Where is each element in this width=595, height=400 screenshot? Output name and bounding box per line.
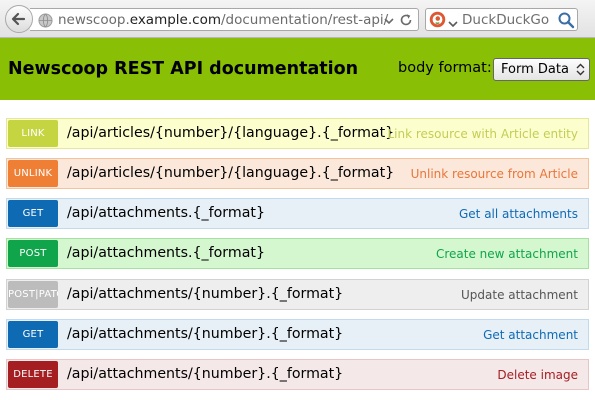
- url-host: example.com: [129, 12, 221, 28]
- search-placeholder: DuckDuckGo: [462, 12, 550, 28]
- back-arrow-icon: [11, 12, 26, 26]
- endpoint-row[interactable]: LINK /api/articles/{number}/{language}.{…: [6, 118, 589, 149]
- endpoint-path[interactable]: /api/attachments.{_format}: [67, 205, 265, 221]
- endpoint-description[interactable]: Delete image: [497, 368, 578, 382]
- body-format-label: body format:: [398, 60, 492, 76]
- engine-dropdown-icon[interactable]: [448, 14, 458, 33]
- endpoint-row[interactable]: POST|PATCH /api/attachments/{number}.{_f…: [6, 279, 589, 310]
- body-format-value: Form Data: [501, 62, 569, 77]
- endpoint-path[interactable]: /api/attachments/{number}.{_format}: [67, 286, 343, 302]
- endpoint-row[interactable]: UNLINK /api/articles/{number}/{language}…: [6, 158, 589, 189]
- globe-icon: [38, 13, 53, 32]
- endpoint-description[interactable]: Unlink resource from Article: [411, 167, 578, 181]
- endpoint-row[interactable]: GET /api/attachments.{_format} Get all a…: [6, 198, 589, 229]
- search-icon[interactable]: [557, 11, 575, 33]
- endpoint-row[interactable]: DELETE /api/attachments/{number}.{_forma…: [6, 359, 589, 390]
- address-bar[interactable]: newscoop.example.com/documentation/rest-…: [30, 8, 419, 31]
- endpoint-path[interactable]: /api/attachments/{number}.{_format}: [67, 326, 343, 342]
- select-arrows-icon: [575, 62, 586, 81]
- method-badge: POST|PATCH: [8, 281, 58, 308]
- method-badge: UNLINK: [8, 160, 58, 187]
- url-prefix: newscoop.: [58, 12, 130, 28]
- endpoint-description[interactable]: Update attachment: [461, 288, 578, 302]
- method-badge: GET: [8, 200, 58, 227]
- url-text: newscoop.example.com/documentation/rest-…: [58, 12, 388, 28]
- page-title: Newscoop REST API documentation: [8, 59, 359, 79]
- reload-icon[interactable]: [398, 12, 414, 32]
- method-badge: GET: [8, 321, 58, 348]
- method-badge: DELETE: [8, 361, 58, 388]
- endpoint-description[interactable]: Get all attachments: [459, 207, 578, 221]
- api-header: Newscoop REST API documentation body for…: [0, 38, 595, 100]
- duckduckgo-icon[interactable]: [429, 11, 446, 32]
- endpoint-description[interactable]: Link resource with Article entity: [387, 127, 578, 141]
- search-bar[interactable]: DuckDuckGo: [425, 8, 578, 31]
- url-path: /documentation/rest-api/: [220, 12, 389, 28]
- endpoint-row[interactable]: GET /api/attachments/{number}.{_format} …: [6, 319, 589, 350]
- history-dropdown-icon[interactable]: [384, 13, 394, 32]
- browser-toolbar: newscoop.example.com/documentation/rest-…: [0, 0, 595, 38]
- endpoint-description[interactable]: Create new attachment: [436, 247, 578, 261]
- endpoint-path[interactable]: /api/attachments.{_format}: [67, 245, 265, 261]
- endpoint-path[interactable]: /api/articles/{number}/{language}.{_form…: [67, 165, 394, 181]
- back-button[interactable]: [5, 5, 33, 33]
- endpoint-path[interactable]: /api/articles/{number}/{language}.{_form…: [67, 125, 394, 141]
- method-badge: POST: [8, 240, 58, 267]
- endpoint-path[interactable]: /api/attachments/{number}.{_format}: [67, 366, 343, 382]
- endpoint-description[interactable]: Get attachment: [483, 328, 578, 342]
- body-format-select[interactable]: Form Data: [493, 58, 590, 81]
- endpoint-row[interactable]: POST /api/attachments.{_format} Create n…: [6, 238, 589, 269]
- method-badge: LINK: [8, 120, 58, 147]
